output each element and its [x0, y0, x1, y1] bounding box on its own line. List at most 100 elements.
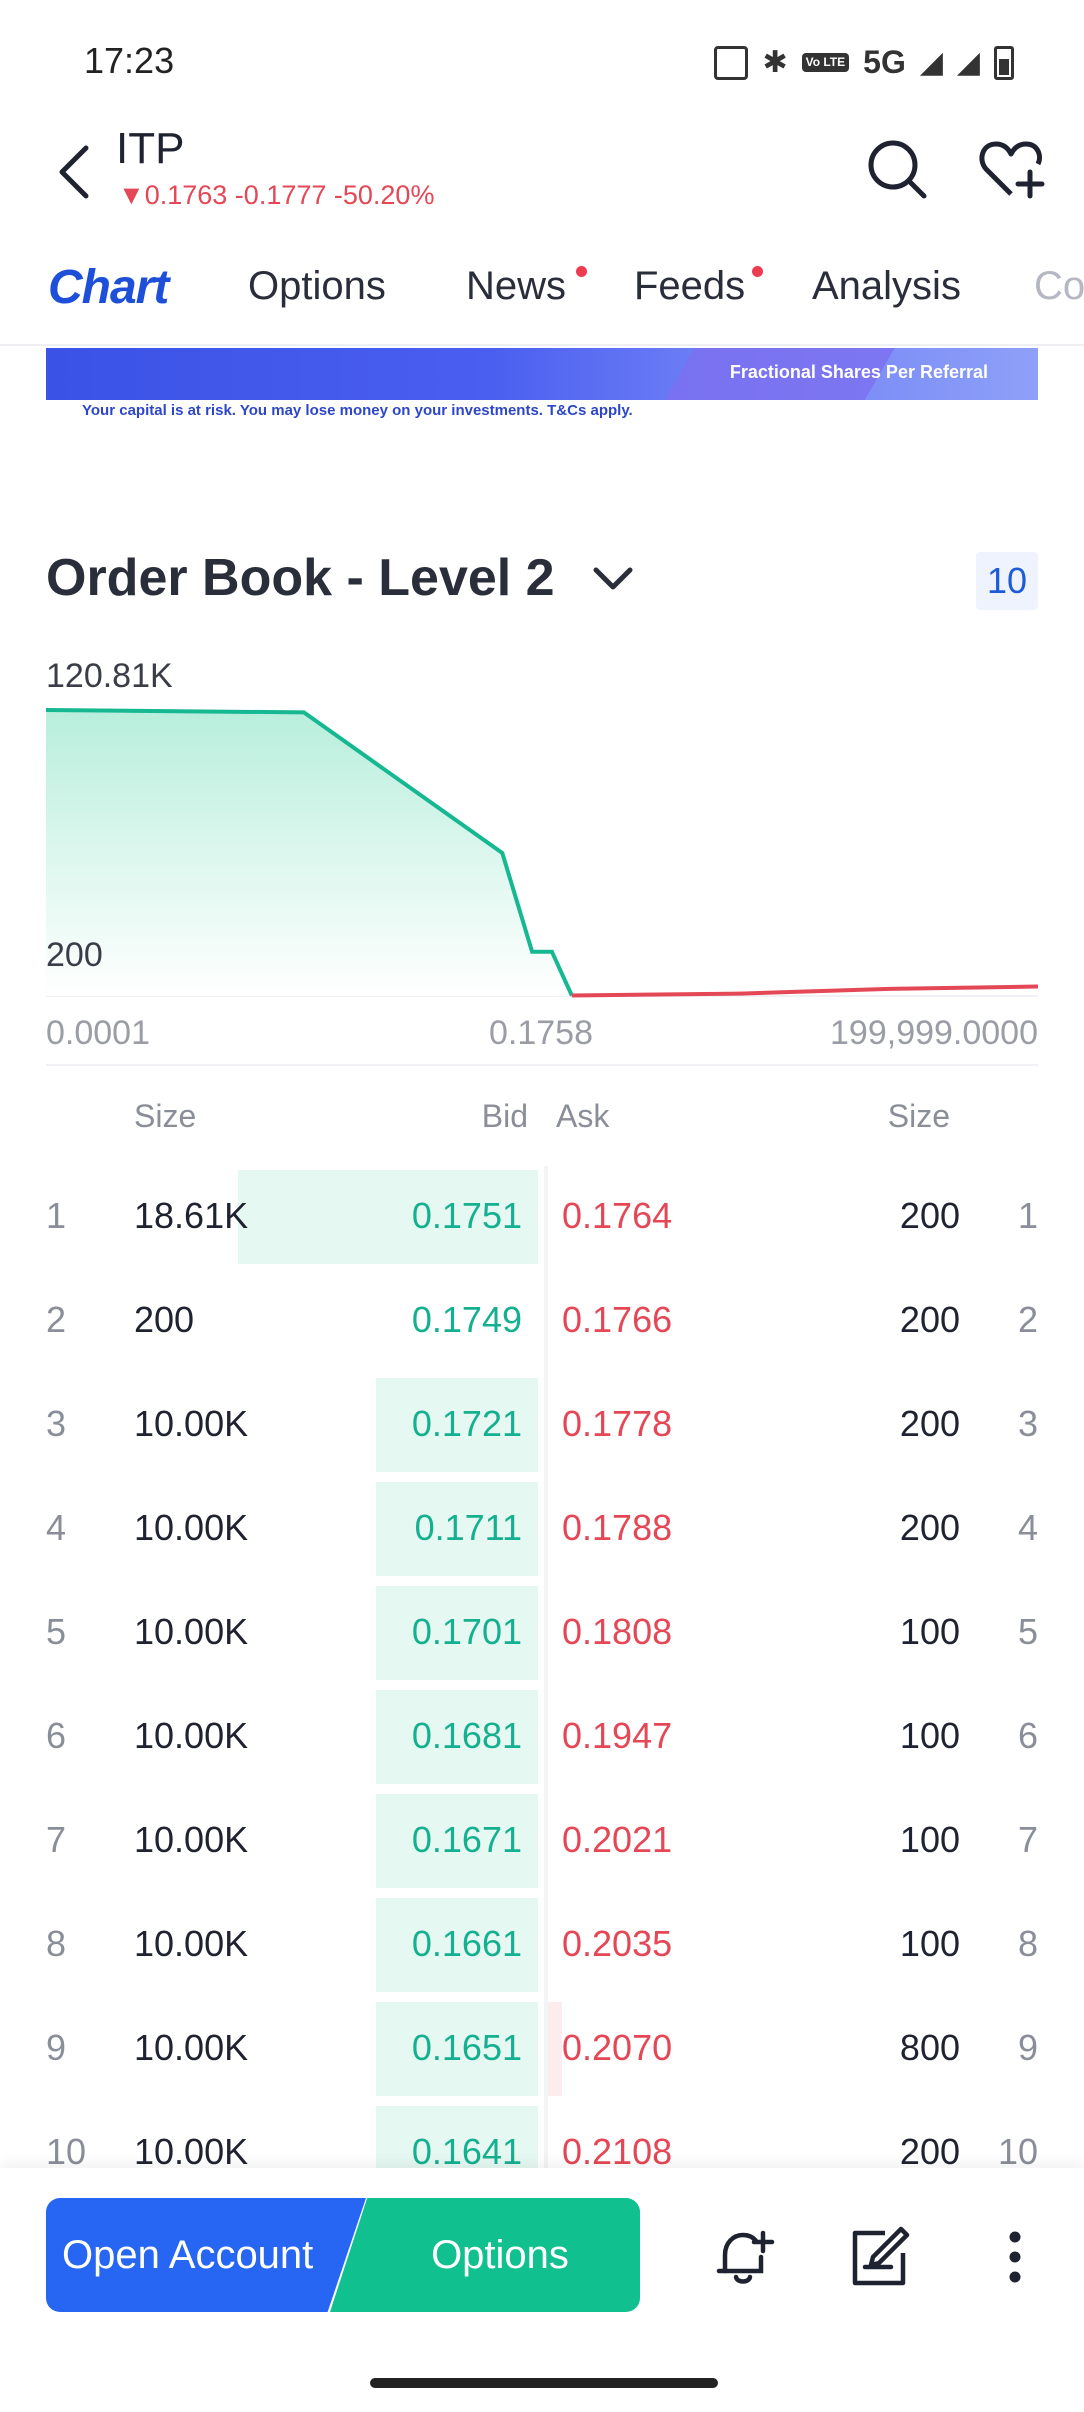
heart-plus-icon — [979, 141, 1045, 199]
tab-news-label: News — [466, 264, 567, 308]
order-book-row[interactable]: 5 10.00K 0.1701 0.1808 100 5 — [0, 1582, 1084, 1682]
bid-size: 200 — [134, 1299, 195, 1340]
ask-price: 0.2035 — [562, 1923, 673, 1964]
chevron-left-icon — [59, 145, 89, 199]
chart-divider — [46, 1064, 1038, 1066]
promo-banner[interactable]: Fractional Shares Per Referral — [46, 348, 1038, 400]
ask-size: 100 — [899, 1923, 960, 1964]
x-tick-label: 0.1758 — [489, 1014, 593, 1052]
col-ask-size: Size — [887, 1098, 950, 1134]
banner-text: Fractional Shares Per Referral — [729, 362, 988, 382]
ask-price: 0.1788 — [562, 1507, 673, 1548]
ask-price: 0.1764 — [562, 1195, 673, 1236]
trade-note-button[interactable] — [842, 2220, 916, 2294]
bid-price: 0.1661 — [411, 1923, 522, 1964]
depth-selector[interactable]: 10 — [976, 552, 1038, 610]
bid-price: 0.1751 — [411, 1195, 522, 1236]
search-button[interactable] — [862, 134, 932, 204]
row-index-right: 4 — [1017, 1507, 1038, 1548]
col-bid: Bid — [481, 1098, 528, 1134]
order-book-row[interactable]: 3 10.00K 0.1721 0.1778 200 3 — [0, 1374, 1084, 1474]
bluetooth-icon: ✱ — [762, 46, 788, 79]
bid-price: 0.1701 — [411, 1611, 522, 1652]
bid-price: 0.1651 — [411, 2027, 522, 2068]
order-book-dropdown[interactable] — [588, 560, 638, 600]
bid-price: 0.1749 — [411, 1299, 522, 1340]
order-book-row[interactable]: 4 10.00K 0.1711 0.1788 200 4 — [0, 1478, 1084, 1578]
row-index-right: 7 — [1017, 1819, 1038, 1860]
banner-disclaimer: Your capital is at risk. You may lose mo… — [82, 402, 633, 419]
bid-size: 10.00K — [134, 1715, 249, 1756]
network-type: 5G — [863, 44, 906, 80]
col-bid-size: Size — [134, 1098, 197, 1134]
tab-news[interactable]: News — [466, 264, 566, 309]
row-index-left: 7 — [46, 1819, 67, 1860]
order-book-row[interactable]: 7 10.00K 0.1671 0.2021 100 7 — [0, 1790, 1084, 1890]
order-book-row[interactable]: 8 10.00K 0.1661 0.2035 100 8 — [0, 1894, 1084, 1994]
tab-options[interactable]: Options — [248, 264, 386, 309]
bid-price: 0.1681 — [411, 1715, 522, 1756]
status-bar: 17:23 ✱ Vo LTE 5G ◢ ◢ — [0, 0, 1084, 120]
bid-size: 10.00K — [134, 1923, 249, 1964]
ask-size: 200 — [899, 1299, 960, 1340]
tab-chart[interactable]: Chart — [48, 260, 169, 315]
open-account-button[interactable]: Open Account — [46, 2198, 366, 2312]
back-button[interactable] — [44, 132, 104, 212]
more-vertical-icon — [1009, 2231, 1021, 2283]
chevron-down-icon — [593, 567, 633, 590]
row-index-left: 5 — [46, 1611, 67, 1652]
row-index-left: 1 — [46, 1195, 67, 1236]
options-button[interactable]: Options — [330, 2198, 640, 2312]
home-indicator[interactable] — [370, 2378, 718, 2388]
feeds-badge — [752, 266, 763, 277]
row-index-right: 3 — [1017, 1403, 1038, 1444]
row-index-left: 9 — [46, 2027, 67, 2068]
stock-quote: ▼0.1763 -0.1777 -50.20% — [118, 180, 435, 210]
ask-size: 100 — [899, 1819, 960, 1860]
y-tick-label: 120.81K — [46, 657, 173, 695]
order-book-row[interactable]: 9 10.00K 0.1651 0.2070 800 9 — [0, 1998, 1084, 2098]
ask-depth-line — [571, 984, 1039, 998]
order-book-row[interactable]: 2 200 0.1749 0.1766 200 2 — [0, 1270, 1084, 1370]
row-index-left: 2 — [46, 1299, 67, 1340]
order-book-title[interactable]: Order Book - Level 2 — [46, 548, 555, 608]
row-index-left: 4 — [46, 1507, 67, 1548]
bid-size: 10.00K — [134, 2027, 249, 2068]
more-button[interactable] — [978, 2220, 1052, 2294]
ask-price: 0.1778 — [562, 1403, 673, 1444]
bid-size: 10.00K — [134, 1403, 249, 1444]
bid-price: 0.1671 — [411, 1819, 522, 1860]
row-index-right: 2 — [1017, 1299, 1038, 1340]
order-book-row[interactable]: 1 18.61K 0.1751 0.1764 200 1 — [0, 1166, 1084, 1266]
row-index-right: 5 — [1017, 1611, 1038, 1652]
signal-icon: ◢ — [919, 46, 943, 79]
row-index-right: 8 — [1017, 1923, 1038, 1964]
stock-symbol: ITP — [116, 124, 185, 173]
tab-feeds-label: Feeds — [634, 264, 746, 308]
bid-depth-area — [46, 710, 572, 996]
status-icons: ✱ Vo LTE 5G ◢ ◢ — [714, 44, 1014, 81]
col-ask: Ask — [556, 1098, 610, 1134]
order-book-row[interactable]: 6 10.00K 0.1681 0.1947 100 6 — [0, 1686, 1084, 1786]
ask-price: 0.2021 — [562, 1819, 673, 1860]
bid-size: 18.61K — [134, 1195, 249, 1236]
ask-depth-bar — [548, 2002, 562, 2096]
bid-size: 10.00K — [134, 1507, 249, 1548]
tab-more[interactable]: Co — [1034, 264, 1084, 309]
ask-size: 800 — [899, 2027, 960, 2068]
volte-icon: Vo LTE — [801, 53, 850, 72]
tab-analysis[interactable]: Analysis — [812, 264, 961, 309]
nfc-icon — [714, 45, 749, 80]
stock-header: ITP ▼0.1763 -0.1777 -50.20% — [0, 120, 1084, 230]
y-tick-label: 200 — [46, 936, 103, 974]
add-watchlist-button[interactable] — [976, 134, 1046, 204]
bid-price: 0.1721 — [411, 1403, 522, 1444]
alert-button[interactable] — [706, 2220, 780, 2294]
x-tick-label: 199,999.0000 — [830, 1014, 1038, 1052]
row-index-left: 3 — [46, 1403, 67, 1444]
depth-chart: 120.81K 200 0.0001 0.1758 199,999.0000 — [45, 657, 1039, 1052]
ask-size: 200 — [899, 1403, 960, 1444]
tab-feeds[interactable]: Feeds — [634, 264, 745, 309]
ask-price: 0.2070 — [562, 2027, 673, 2068]
bell-plus-icon — [716, 2230, 775, 2284]
